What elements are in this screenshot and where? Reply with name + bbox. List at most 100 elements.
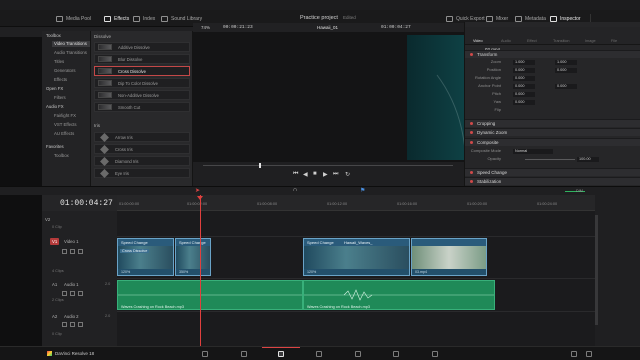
toolbox-item[interactable]: Fairlight FX [54, 113, 76, 118]
position-x-field[interactable]: 0.000 [513, 68, 535, 73]
lock-icon[interactable] [62, 291, 67, 296]
effect-additive-dissolve[interactable]: Additive Dissolve [94, 42, 190, 52]
timeline-scrollbar[interactable] [595, 215, 598, 325]
dynamic-zoom-section[interactable]: Dynamic Zoom [465, 128, 640, 136]
viewer-zoom[interactable]: 74% [201, 25, 210, 30]
track-name[interactable]: Video 1 [64, 239, 79, 244]
effect-dip-to-color-dissolve[interactable]: Dip To Color Dissolve [94, 78, 190, 88]
video-clip[interactable]: 03.mp4 [411, 238, 487, 276]
enable-dot-icon[interactable] [470, 131, 473, 134]
index-button[interactable]: Index [133, 14, 155, 23]
solo-icon[interactable] [70, 322, 75, 327]
effect-diamond-iris[interactable]: Diamond Iris [94, 156, 190, 166]
speed-change-section[interactable]: Speed Change [465, 168, 640, 176]
opacity-field[interactable]: 100.00 [577, 157, 599, 162]
enable-dot-icon[interactable] [470, 171, 473, 174]
effects-button[interactable]: Effects [104, 14, 129, 23]
fairlight-page-icon[interactable] [393, 351, 399, 357]
effect-non-additive-dissolve[interactable]: Non-Additive Dissolve [94, 90, 190, 100]
position-y-field[interactable]: 0.000 [555, 68, 577, 73]
settings-icon[interactable] [586, 351, 592, 357]
visibility-icon[interactable] [78, 249, 83, 254]
mute-icon[interactable] [78, 291, 83, 296]
composite-section[interactable]: Composite [465, 138, 640, 146]
timeline-viewer[interactable] [193, 32, 637, 162]
scrubber-playhead[interactable] [259, 163, 261, 168]
audio-clip[interactable]: Waves Crashing on Rock Beach.mp3 [303, 280, 495, 310]
video-clip[interactable]: Speed Change Cross Dissolve 120% [117, 238, 174, 276]
toolbox-item[interactable]: Toolbox [46, 33, 61, 38]
effect-cross-iris[interactable]: Cross Iris [94, 144, 190, 154]
color-page-icon[interactable] [355, 351, 361, 357]
toolbox-item[interactable]: Toolbox [54, 153, 69, 158]
auto-select-icon[interactable] [70, 249, 75, 254]
timeline-timecode[interactable]: 01:00:04:27 [60, 199, 113, 208]
tab-audio[interactable]: Audio [501, 39, 511, 43]
lock-icon[interactable] [62, 322, 67, 327]
play-icon[interactable]: ▶ [323, 171, 328, 178]
snap-icon[interactable]: ∩ [293, 187, 297, 193]
enable-dot-icon[interactable] [470, 122, 473, 125]
cropping-section[interactable]: Cropping [465, 119, 640, 127]
toolbox-item[interactable]: Effects [54, 77, 67, 82]
deliver-page-icon[interactable] [432, 351, 438, 357]
effect-blur-dissolve[interactable]: Blur Dissolve [94, 54, 190, 64]
tab-file[interactable]: File [611, 39, 617, 43]
enable-dot-icon[interactable] [470, 180, 473, 183]
toolbox-item[interactable]: VST Effects [54, 122, 77, 127]
stabilization-section[interactable]: Stabilization [465, 177, 640, 185]
tab-image[interactable]: Image [585, 39, 596, 43]
fusion-page-icon[interactable] [316, 351, 322, 357]
timeline-tracks[interactable]: Speed Change Cross Dissolve 120% Speed C… [117, 195, 595, 346]
video-clip[interactable]: Speed Change 350% [175, 238, 211, 276]
rotation-field[interactable]: 0.000 [513, 76, 535, 81]
flag-icon[interactable]: ⚑ [360, 187, 365, 194]
anchor-y-field[interactable]: 0.000 [555, 84, 577, 89]
stop-icon[interactable]: ■ [313, 171, 317, 177]
zoom-y-field[interactable]: 1.000 [555, 60, 577, 65]
lock-icon[interactable] [62, 249, 67, 254]
toolbox-item[interactable]: Audio FX [46, 104, 64, 109]
mute-icon[interactable] [78, 322, 83, 327]
toolbox-item[interactable]: Titles [54, 59, 64, 64]
track-name[interactable]: Audio 2 [64, 314, 79, 319]
effect-cross-dissolve[interactable]: Cross Dissolve [94, 66, 190, 76]
toolbox-item[interactable]: AU Effects [54, 131, 74, 136]
skip-to-start-icon[interactable]: ⏮ [293, 171, 298, 178]
toolbox-item[interactable]: Video Transitions [54, 41, 87, 46]
play-reverse-icon[interactable]: ◀ [303, 171, 308, 178]
composite-mode-select[interactable]: Normal [513, 149, 553, 154]
sound-library-button[interactable]: Sound Library [161, 14, 202, 23]
pitch-field[interactable]: 0.000 [513, 92, 535, 97]
selection-tool-icon[interactable]: ➤ [195, 187, 200, 194]
transition-label[interactable]: Cross Dissolve [120, 249, 150, 253]
timeline-ruler[interactable]: 01:00:00:00 01:00:02:00 01:00:08:00 01:0… [117, 195, 595, 211]
opacity-slider[interactable] [525, 159, 575, 160]
effect-eye-iris[interactable]: Eye Iris [94, 168, 190, 178]
zoom-x-field[interactable]: 1.000 [513, 60, 535, 65]
cut-page-icon[interactable] [241, 351, 247, 357]
solo-icon[interactable] [70, 291, 75, 296]
anchor-x-field[interactable]: 0.000 [513, 84, 535, 89]
toolbox-item[interactable]: Filters [54, 95, 66, 100]
viewer-scrubber[interactable] [203, 165, 453, 166]
toolbox-item[interactable]: Generators [54, 68, 76, 73]
enable-dot-icon[interactable] [470, 53, 473, 56]
video-clip[interactable]: Speed Change Hawaii_Waves_ 120% [303, 238, 410, 276]
dim-label[interactable]: DIM [576, 189, 583, 193]
tab-video[interactable]: Video [473, 39, 483, 43]
toolbox-item[interactable]: Open FX [46, 86, 63, 91]
loop-icon[interactable]: ↻ [345, 171, 350, 178]
track-name[interactable]: Audio 1 [64, 282, 79, 287]
media-page-icon[interactable] [202, 351, 208, 357]
skip-to-end-icon[interactable]: ⏭ [333, 171, 338, 178]
playhead[interactable] [200, 195, 201, 346]
effect-arrow-iris[interactable]: Arrow Iris [94, 132, 190, 142]
transform-section[interactable]: Transform [465, 50, 640, 58]
enable-dot-icon[interactable] [470, 141, 473, 144]
toolbox-item[interactable]: Audio Transitions [54, 50, 87, 55]
edit-page-icon[interactable] [278, 351, 284, 357]
audio-clip[interactable]: Waves Crashing on Rock Beach.mp3 [117, 280, 303, 310]
tab-transition[interactable]: Transition [553, 39, 570, 43]
effect-smooth-cut[interactable]: Smooth Cut [94, 102, 190, 112]
